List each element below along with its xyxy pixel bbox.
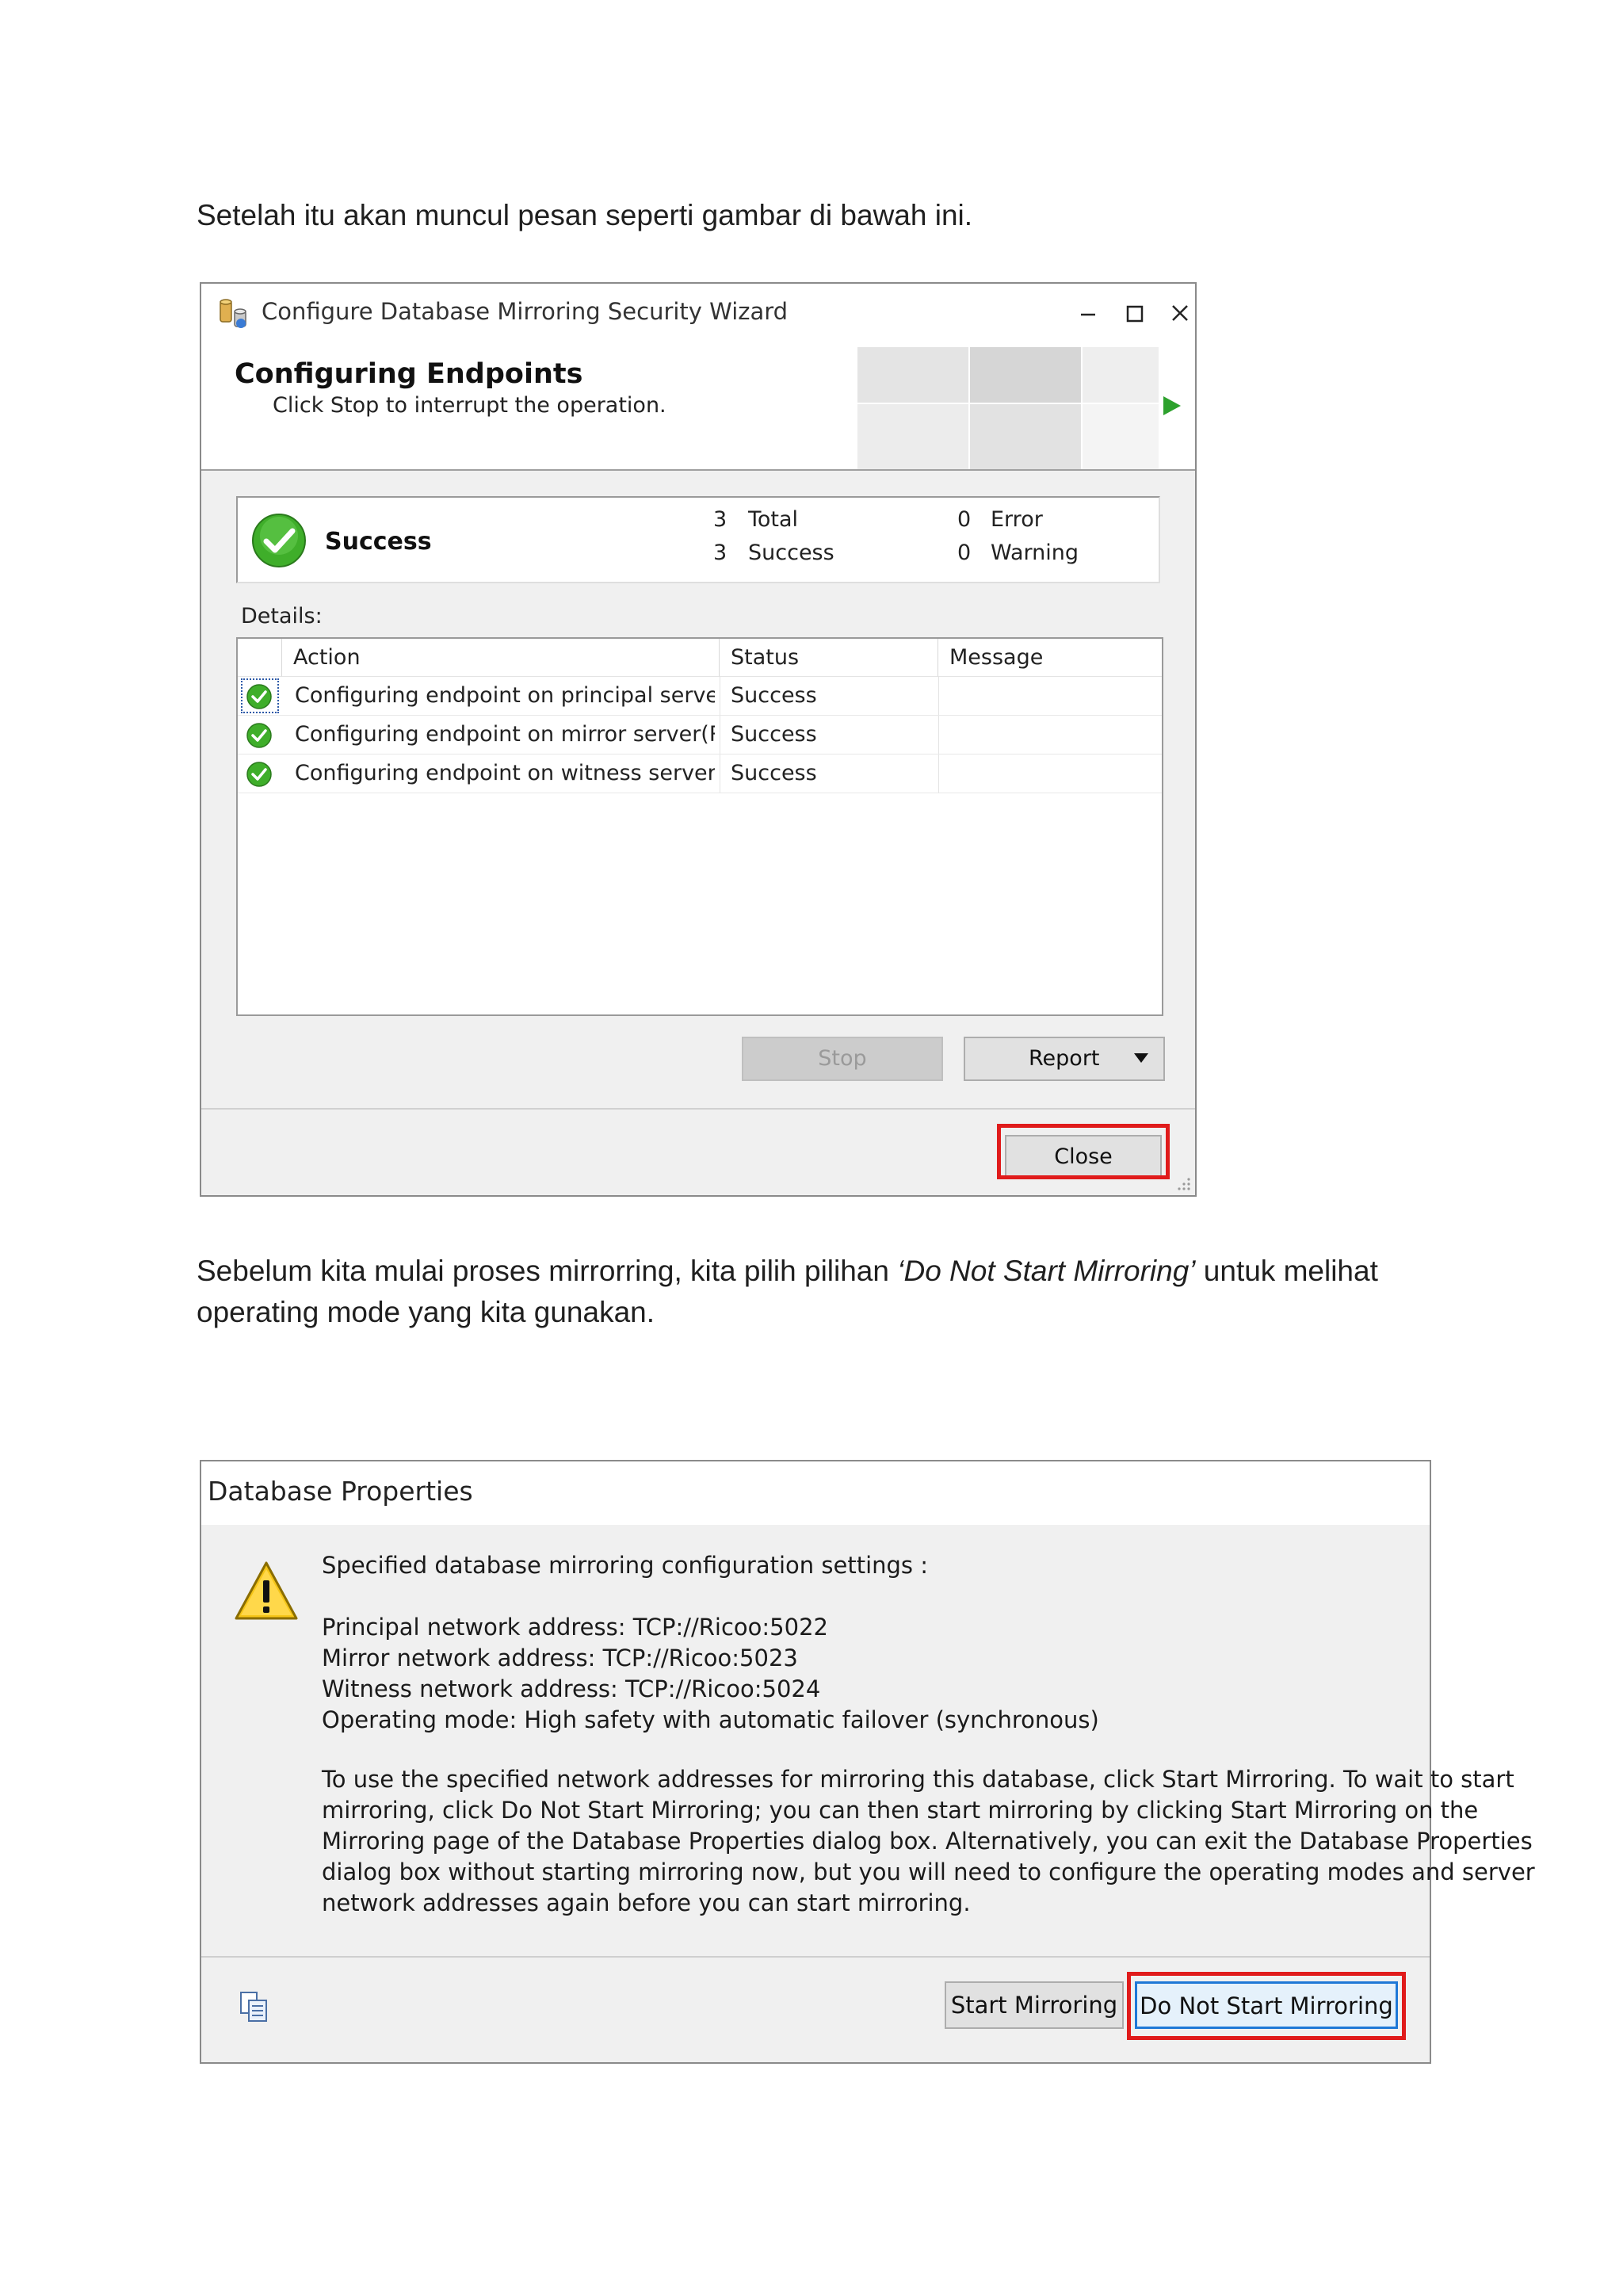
play-icon: [1163, 396, 1181, 415]
instruction-line: Mirroring page of the Database Propertie…: [322, 1828, 1533, 1855]
instruction-line: To use the specified network addresses f…: [322, 1766, 1514, 1793]
wizard-subheading: Click Stop to interrupt the operation.: [273, 393, 666, 418]
wizard-title: Configure Database Mirroring Security Wi…: [262, 298, 789, 325]
error-label: Error: [991, 507, 1043, 532]
column-header-status[interactable]: Status: [720, 639, 938, 677]
paragraph-instruction: Sebelum kita mulai proses mirrorring, ki…: [197, 1251, 1465, 1333]
row-status: Success: [731, 761, 817, 785]
row-action: Configuring endpoint on mirror server(RI…: [295, 722, 715, 747]
database-properties-dialog: Database Properties Specified database m…: [200, 1460, 1535, 2064]
warning-count: 0: [957, 541, 972, 565]
resize-grip-icon[interactable]: [1176, 1176, 1192, 1192]
instruction-line: network addresses again before you can s…: [322, 1889, 971, 1916]
do-not-start-highlight: [1127, 1972, 1406, 2040]
mirroring-settings-heading: Specified database mirroring configurati…: [322, 1552, 929, 1579]
mirror-address: Mirror network address: TCP://Ricoo:5023: [322, 1645, 798, 1671]
start-mirroring-button[interactable]: Start Mirroring: [945, 1981, 1124, 2029]
database-wizard-icon: [220, 299, 246, 328]
column-header-message[interactable]: Message: [938, 639, 1162, 677]
wizard-titlebar: Configure Database Mirroring Security Wi…: [201, 284, 1195, 347]
success-label: Success: [748, 541, 834, 565]
wizard-header: Configuring Endpoints Click Stop to inte…: [201, 347, 1195, 471]
success-count: 3: [713, 541, 727, 565]
footer-divider: [201, 1108, 1195, 1110]
wizard-heading: Configuring Endpoints: [235, 358, 583, 390]
summary-panel: Success 3 Total 3 Success 0 Error 0 Warn…: [236, 496, 1160, 583]
details-label: Details:: [241, 604, 323, 628]
instruction-line: mirroring, click Do Not Start Mirroring;…: [322, 1797, 1479, 1824]
row-status: Success: [731, 683, 817, 708]
row-status: Success: [731, 722, 817, 747]
table-row[interactable]: Configuring endpoint on principal server…: [238, 677, 1162, 716]
copy-icon[interactable]: [238, 1989, 269, 2024]
total-label: Total: [748, 507, 799, 532]
row-action: Configuring endpoint on witness server(.…: [295, 761, 715, 785]
paragraph-intro: Setelah itu akan muncul pesan seperti ga…: [197, 199, 973, 231]
warning-label: Warning: [991, 541, 1079, 565]
report-button[interactable]: Report: [964, 1037, 1165, 1081]
success-check-icon: [252, 514, 306, 567]
principal-address: Principal network address: TCP://Ricoo:5…: [322, 1614, 828, 1641]
minimize-icon[interactable]: [1065, 292, 1111, 336]
close-icon[interactable]: [1157, 292, 1203, 336]
instruction-line: dialog box without starting mirroring no…: [322, 1859, 1535, 1885]
row-action: Configuring endpoint on principal server…: [295, 683, 715, 708]
dbprops-titlebar: Database Properties: [201, 1461, 1430, 1525]
summary-status: Success: [325, 528, 432, 556]
network-addresses: Principal network address: TCP://Ricoo:5…: [322, 1612, 1099, 1736]
success-check-icon: [246, 684, 272, 709]
caret-down-icon[interactable]: [1133, 1052, 1149, 1064]
paragraph-italic-option: ‘Do Not Start Mirroring’: [897, 1255, 1196, 1287]
details-table[interactable]: Action Status Message Configuring endpoi…: [236, 637, 1163, 1016]
column-header-action[interactable]: Action: [282, 639, 720, 677]
witness-address: Witness network address: TCP://Ricoo:502…: [322, 1675, 821, 1702]
error-count: 0: [957, 507, 972, 532]
mirroring-wizard-dialog: Configure Database Mirroring Security Wi…: [200, 282, 1197, 1197]
report-button-label: Report: [1029, 1046, 1100, 1071]
dbprops-footer: Start Mirroring Do Not Start Mirroring: [201, 1956, 1430, 2062]
wizard-banner-graphic: [857, 347, 1159, 469]
total-count: 3: [713, 507, 727, 532]
stop-button[interactable]: Stop: [742, 1037, 943, 1081]
mirroring-instructions: To use the specified network addresses f…: [322, 1764, 1535, 1919]
success-check-icon: [246, 723, 272, 748]
dbprops-title: Database Properties: [208, 1476, 473, 1507]
success-check-icon: [246, 762, 272, 787]
table-row[interactable]: Configuring endpoint on witness server(.…: [238, 755, 1162, 793]
maximize-icon[interactable]: [1111, 292, 1157, 336]
operating-mode: Operating mode: High safety with automat…: [322, 1706, 1099, 1733]
close-button-highlight: [997, 1124, 1170, 1179]
table-row[interactable]: Configuring endpoint on mirror server(RI…: [238, 716, 1162, 755]
column-header-icon[interactable]: [238, 639, 282, 677]
warning-icon: [235, 1561, 298, 1620]
paragraph-text: Sebelum kita mulai proses mirrorring, ki…: [197, 1255, 898, 1287]
